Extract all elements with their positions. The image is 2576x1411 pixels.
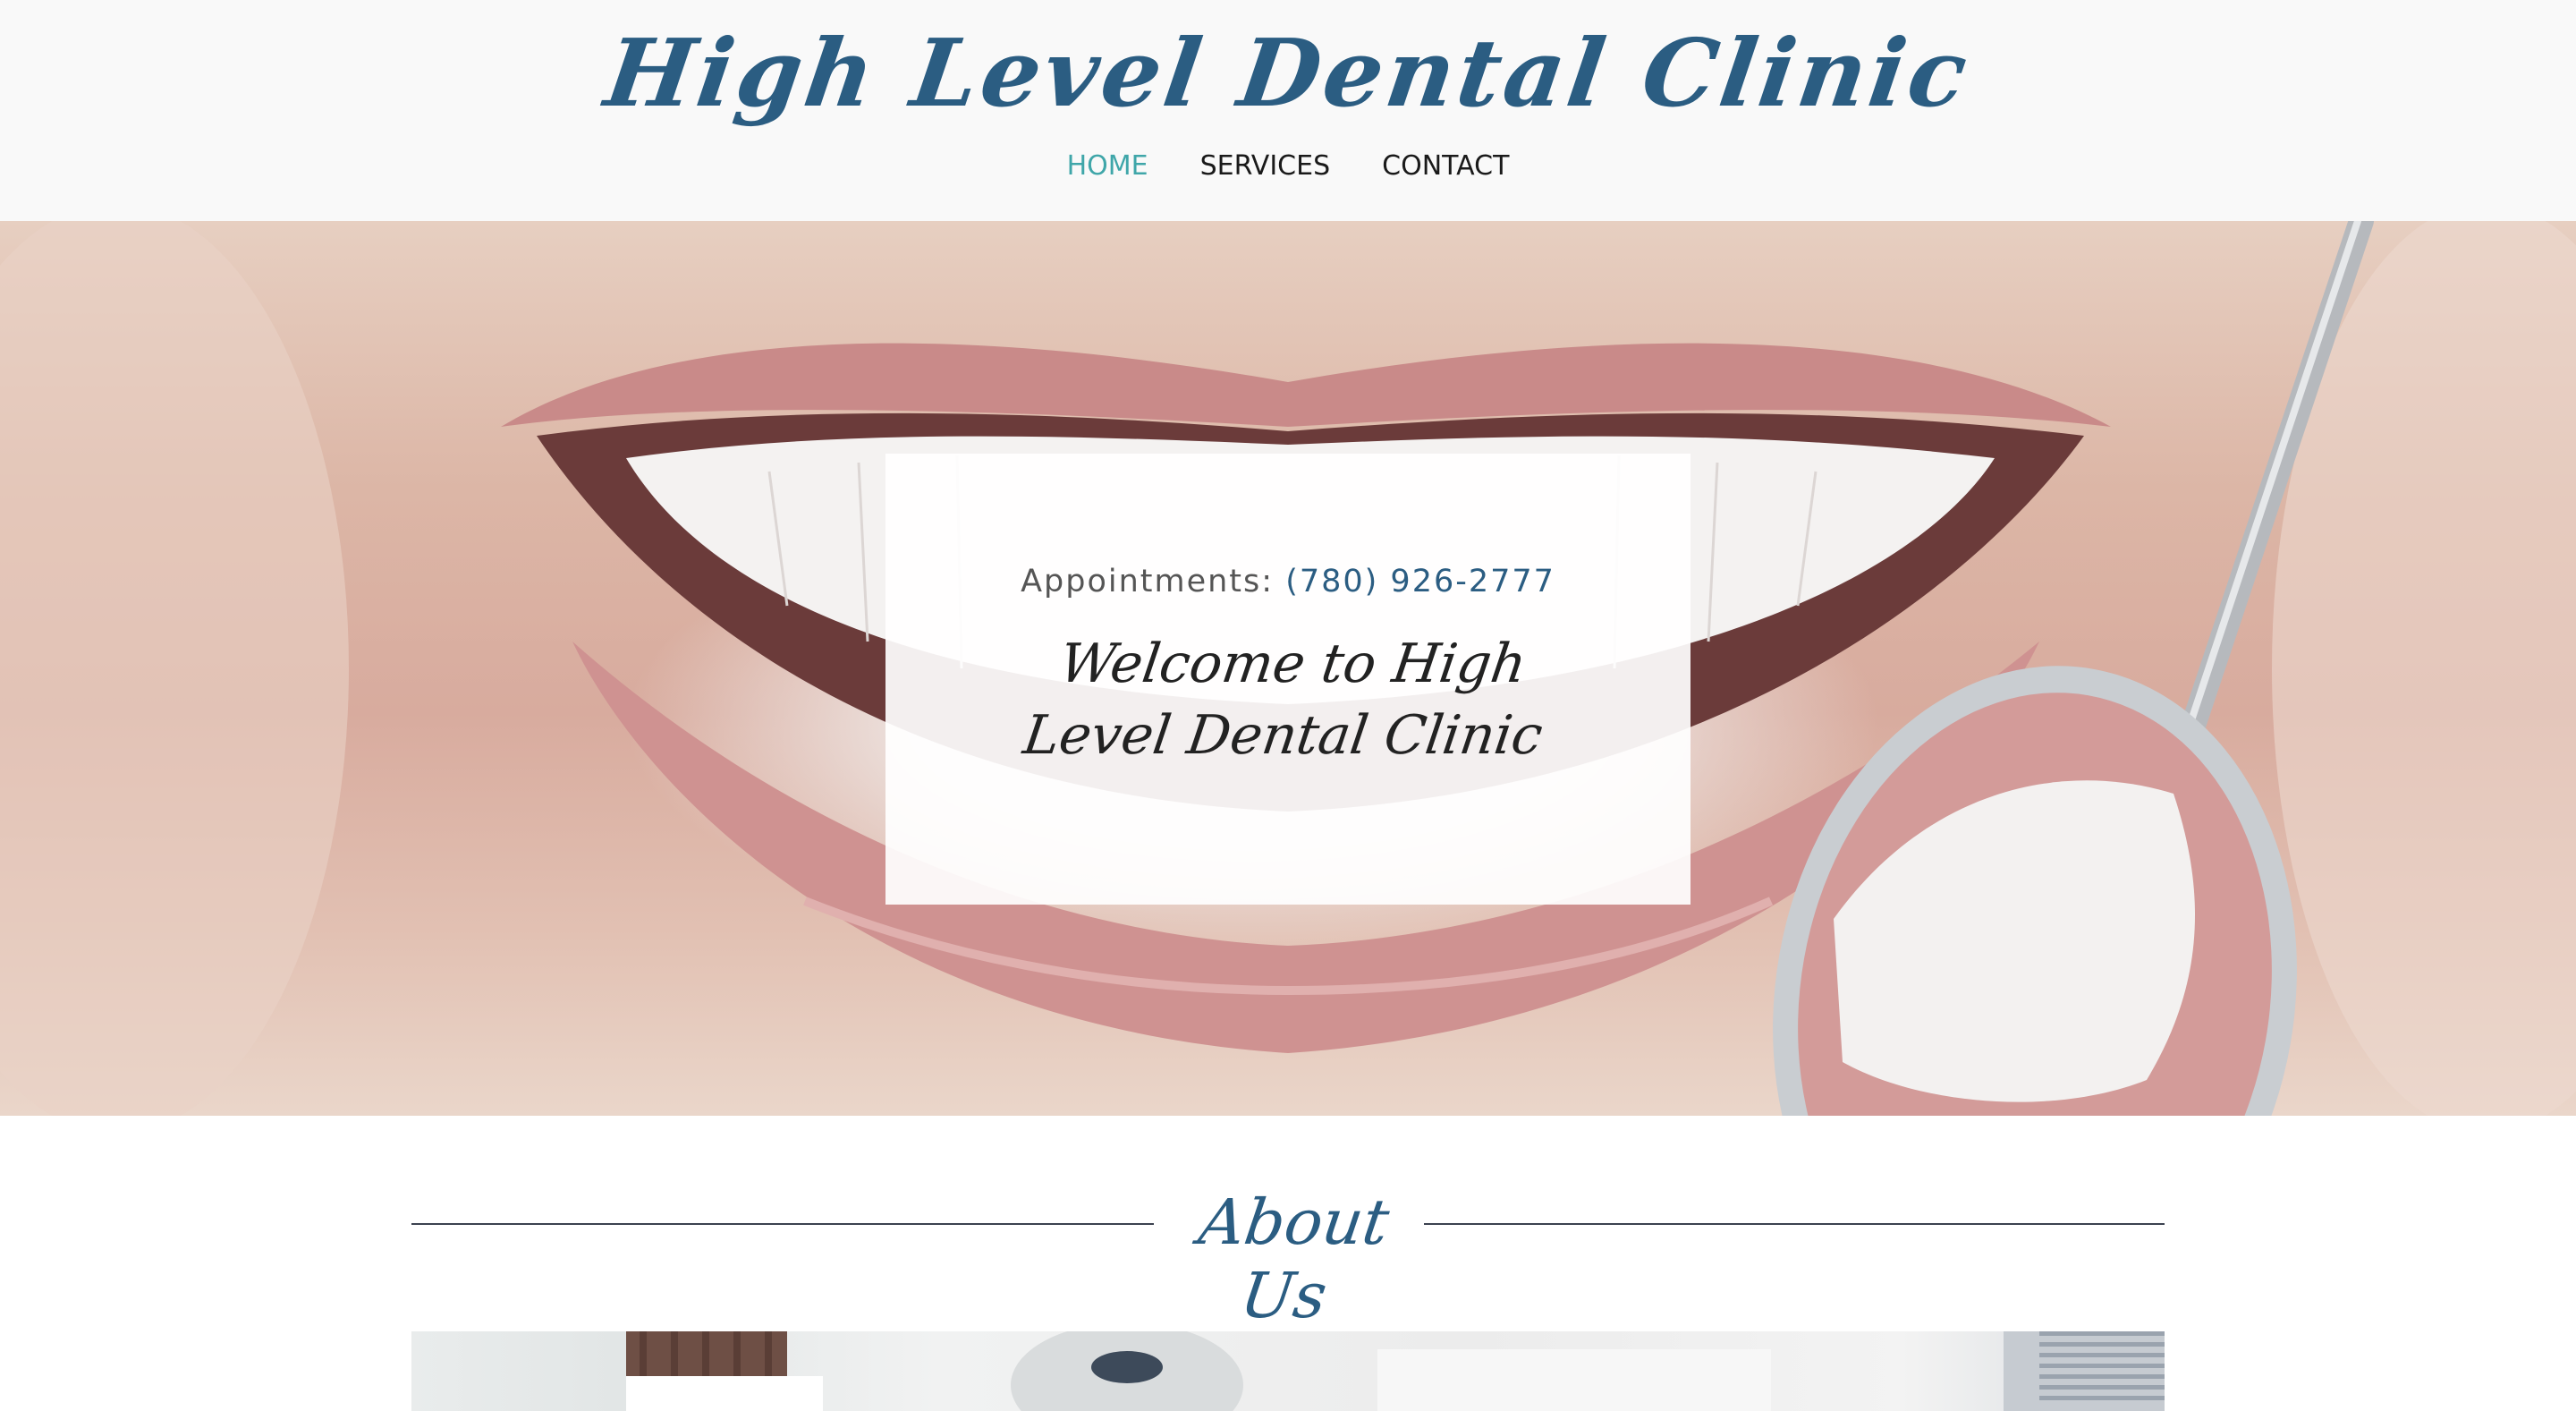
welcome-card: Appointments: (780) 926-2777 Welcome to … (886, 454, 1690, 905)
nav-contact[interactable]: CONTACT (1382, 150, 1509, 182)
site-header: High Level Dental Clinic HOME SERVICES C… (0, 0, 2576, 221)
site-title[interactable]: High Level Dental Clinic (0, 18, 2576, 128)
appointments-phone[interactable]: (780) 926-2777 (1285, 564, 1555, 599)
welcome-line-2: Level Dental Clinic (1019, 704, 1546, 767)
nav-services[interactable]: SERVICES (1200, 150, 1331, 182)
hero-banner: Appointments: (780) 926-2777 Welcome to … (0, 221, 2576, 1116)
main-nav: HOME SERVICES CONTACT (0, 150, 2576, 182)
welcome-heading: Welcome to High Level Dental Clinic (1001, 628, 1575, 771)
appointments-label: Appointments: (1021, 564, 1275, 599)
about-photo (411, 1331, 2165, 1411)
about-title: About Us (1194, 1186, 1394, 1332)
about-divider-left (411, 1223, 1154, 1225)
clinic-photo (626, 1331, 2165, 1411)
welcome-line-1: Welcome to High (1055, 633, 1530, 695)
appointments-line: Appointments: (780) 926-2777 (886, 564, 1690, 599)
nav-home[interactable]: HOME (1067, 150, 1148, 182)
about-divider-right (1424, 1223, 2165, 1225)
